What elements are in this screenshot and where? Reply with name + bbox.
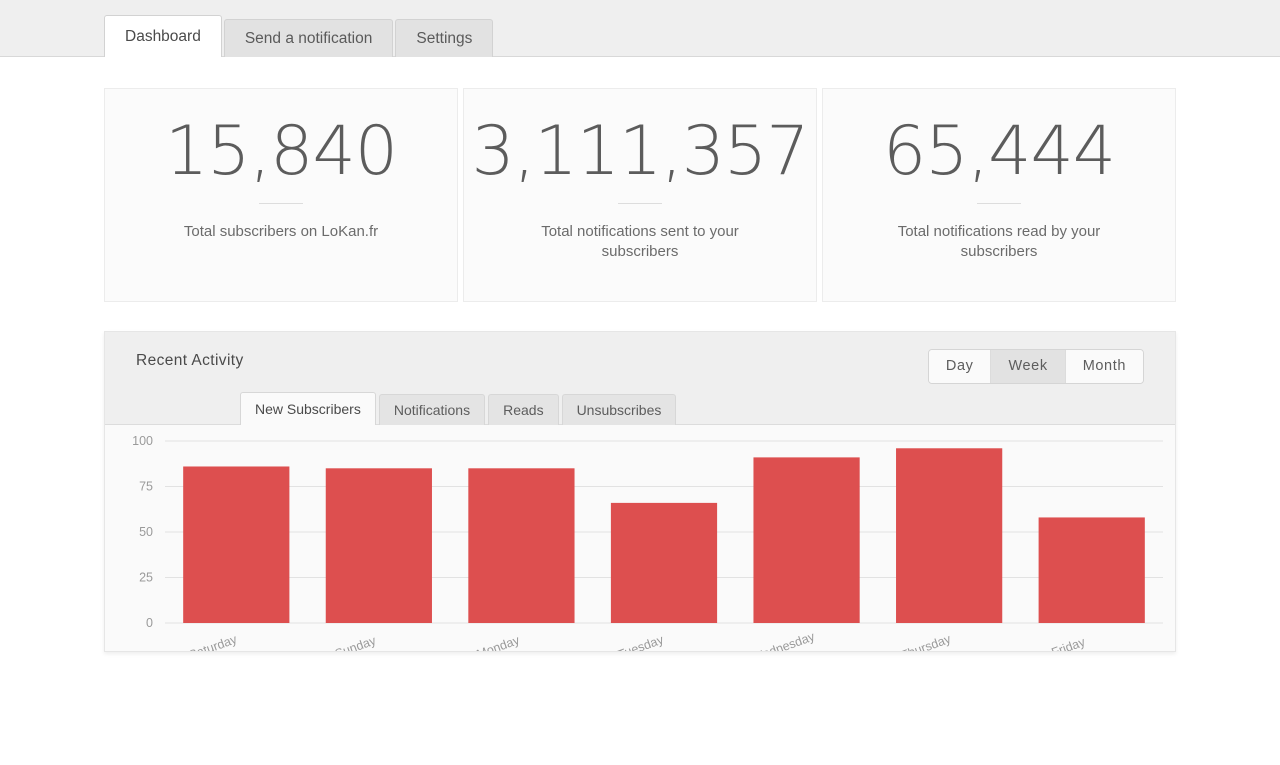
tab-settings-label: Settings xyxy=(416,29,473,47)
bar[interactable] xyxy=(753,457,860,623)
stat-label: Total notifications sent to your subscri… xyxy=(541,223,739,260)
range-option-week[interactable]: Week xyxy=(991,350,1066,383)
activity-tabs: New Subscribers Notifications Reads Unsu… xyxy=(240,392,677,425)
tab-send-a-notification[interactable]: Send a notification xyxy=(223,19,394,57)
recent-activity-panel: Recent Activity Day Week Month New Subsc… xyxy=(104,331,1176,652)
x-axis-tick-label: Thursday xyxy=(899,631,953,651)
x-axis-tick-label: Wednesday xyxy=(750,629,817,651)
y-axis-tick-label: 75 xyxy=(139,480,153,494)
x-axis-tick: Friday xyxy=(1050,634,1088,651)
range-option-day[interactable]: Day xyxy=(928,350,992,383)
x-axis-tick: Tuesday xyxy=(616,632,666,651)
x-axis-tick-label: Tuesday xyxy=(616,632,666,651)
x-axis-tick: Thursday xyxy=(899,631,953,651)
stat-divider xyxy=(259,203,303,205)
x-axis-tick-label: Saturday xyxy=(187,632,240,651)
tab-dashboard-label: Dashboard xyxy=(125,27,201,45)
bar-chart-svg: 0 25 50 75 100 Saturday Sunday Monday Tuesday Wed… xyxy=(132,434,1163,651)
y-axis-tick-label: 100 xyxy=(132,434,153,448)
activity-tab-reads-label: Reads xyxy=(503,402,544,418)
panel-header: Recent Activity Day Week Month New Subsc… xyxy=(105,332,1175,425)
activity-tab-reads[interactable]: Reads xyxy=(488,394,559,425)
activity-tab-unsubscribes[interactable]: Unsubscribes xyxy=(561,394,677,425)
stat-label: Total notifications read by your subscri… xyxy=(897,223,1101,260)
stat-value: 65,444 xyxy=(883,112,1116,191)
x-axis-tick-label: Friday xyxy=(1050,634,1088,651)
x-axis-tick-label: Monday xyxy=(475,633,522,651)
tab-dashboard[interactable]: Dashboard xyxy=(104,15,222,57)
stat-divider xyxy=(977,203,1021,205)
range-option-day-label: Day xyxy=(945,358,974,374)
range-option-week-label: Week xyxy=(1008,358,1048,374)
bar[interactable] xyxy=(896,448,1003,623)
stat-cards: 15,840 Total subscribers on LoKan.fr 3,1… xyxy=(0,57,1280,302)
activity-tab-new-subscribers[interactable]: New Subscribers xyxy=(240,392,376,425)
activity-tab-notifications[interactable]: Notifications xyxy=(378,394,486,425)
activity-tab-notifications-label: Notifications xyxy=(393,402,471,418)
stat-value: 15,840 xyxy=(165,112,398,191)
y-axis-tick-label: 50 xyxy=(139,525,153,539)
bar[interactable] xyxy=(325,468,432,623)
bar[interactable] xyxy=(183,466,290,623)
recent-activity-section: Recent Activity Day Week Month New Subsc… xyxy=(0,302,1280,652)
panel-body: 0 25 50 75 100 Saturday Sunday Monday Tuesday Wed… xyxy=(105,425,1175,651)
y-axis-tick-label: 25 xyxy=(139,571,153,585)
x-axis-tick-label: Sunday xyxy=(333,633,378,651)
stat-card-notifications-sent: 3,111,357 Total notifications sent to yo… xyxy=(463,88,817,302)
bar[interactable] xyxy=(610,502,718,623)
range-option-month[interactable]: Month xyxy=(1065,350,1143,383)
stat-card-notifications-read: 65,444 Total notifications read by your … xyxy=(822,88,1176,302)
stat-divider xyxy=(618,203,662,205)
stat-card-total-subscribers: 15,840 Total subscribers on LoKan.fr xyxy=(104,88,458,302)
bar[interactable] xyxy=(1038,517,1145,623)
y-axis-tick-label: 0 xyxy=(146,616,153,630)
activity-bar-chart: 0 25 50 75 100 Saturday Sunday Monday Tuesday Wed… xyxy=(105,425,1175,651)
activity-tab-new-subscribers-label: New Subscribers xyxy=(255,401,361,417)
tab-settings[interactable]: Settings xyxy=(395,19,494,57)
main-tabs: Dashboard Send a notification Settings xyxy=(104,15,494,57)
x-axis-tick: Wednesday xyxy=(750,629,817,651)
bar[interactable] xyxy=(468,468,575,623)
stat-value: 3,111,357 xyxy=(471,112,809,191)
x-axis-tick: Monday xyxy=(475,633,522,651)
stat-label: Total subscribers on LoKan.fr xyxy=(183,223,379,241)
range-selector: Day Week Month xyxy=(927,349,1144,384)
activity-tab-unsubscribes-label: Unsubscribes xyxy=(576,402,662,418)
top-tab-bar: Dashboard Send a notification Settings xyxy=(0,0,1280,57)
range-option-month-label: Month xyxy=(1082,358,1126,374)
x-axis-tick: Saturday xyxy=(187,632,240,651)
x-axis-tick: Sunday xyxy=(333,633,378,651)
tab-send-a-notification-label: Send a notification xyxy=(244,29,373,47)
